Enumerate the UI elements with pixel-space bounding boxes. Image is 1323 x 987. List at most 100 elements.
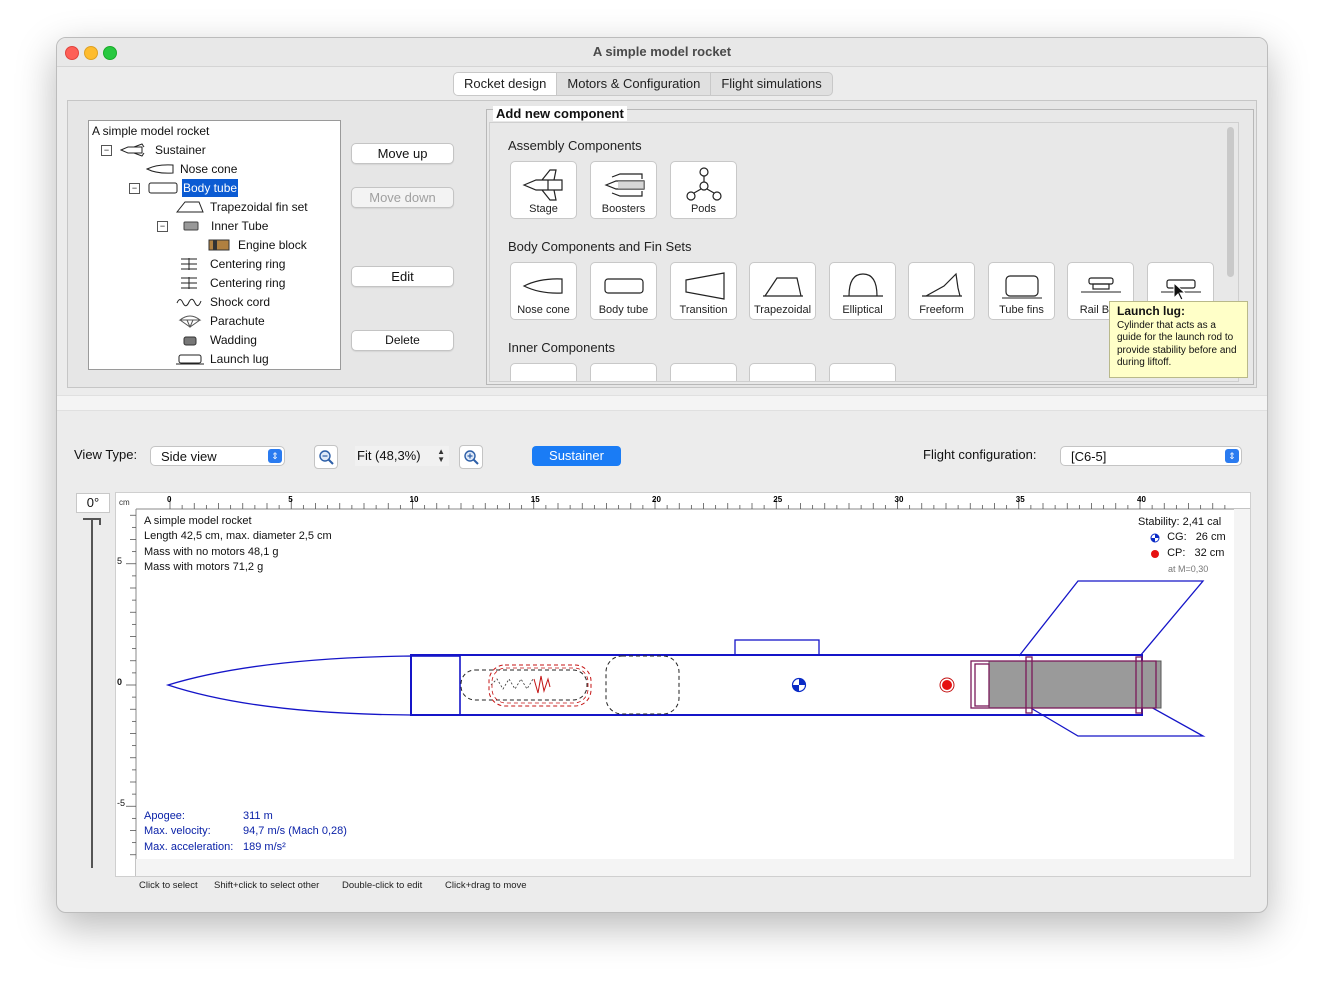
launch-lug-shape[interactable] (734, 639, 820, 656)
motor-shape[interactable] (988, 660, 1162, 709)
split-pane-divider[interactable] (57, 395, 1267, 411)
figure-length: Length 42,5 cm, max. diameter 2,5 cm (144, 530, 332, 543)
collapse-toggle[interactable]: − (129, 182, 140, 194)
tree-item-wadding[interactable]: Wadding (175, 331, 258, 349)
x-tick-label: 10 (410, 495, 419, 504)
cg-info: CG: 26 cm (1150, 530, 1226, 545)
tree-item-root[interactable]: A simple model rocket (91, 122, 210, 140)
tree-item-body-tube[interactable]: − Body tube (129, 179, 239, 197)
figure-hscrollbar[interactable] (136, 859, 1250, 876)
rocket-figure-canvas[interactable]: cm 5 0 -5 0 5 10 15 20 25 30 35 40 A sim… (115, 492, 1251, 877)
flight-stats: Apogee: 311 m Max. velocity: 94,7 m/s (Mac… (144, 809, 347, 855)
boosters-icon (604, 173, 645, 197)
add-freeform-fins-button[interactable]: Freeform (908, 262, 975, 320)
title-bar: A simple model rocket (57, 38, 1267, 67)
add-centering-ring-button[interactable] (670, 363, 737, 381)
assembly-components-label: Assembly Components (508, 138, 642, 153)
tooltip-title: Launch lug: (1117, 304, 1185, 318)
add-trapezoidal-fins-button[interactable]: Trapezoidal (749, 262, 816, 320)
palette-scrollbar[interactable] (1227, 127, 1234, 277)
zoom-in-button[interactable] (459, 445, 483, 469)
nose-cone-shape[interactable] (165, 655, 412, 716)
body-tube-icon (604, 278, 644, 294)
stage-icon (522, 169, 563, 201)
ruler-unit: cm (119, 498, 130, 507)
main-tabs: Rocket design Motors & Configuration Fli… (453, 72, 833, 96)
rotation-slider-track[interactable] (91, 518, 93, 868)
cp-marker-icon[interactable] (939, 677, 955, 693)
tree-item-centering-ring[interactable]: Centering ring (175, 255, 286, 273)
zoom-level-spinner[interactable]: Fit (48,3%) ▲ ▼ (355, 446, 449, 466)
collapse-toggle[interactable]: − (101, 144, 112, 156)
figure-scrollbar[interactable] (1234, 509, 1250, 859)
spinner-arrows-icon[interactable]: ▲ ▼ (437, 446, 445, 464)
y-tick-5: 5 (117, 556, 122, 566)
component-tree[interactable]: A simple model rocket − Sustainer Nose c… (88, 120, 341, 370)
centering-ring-icon (181, 277, 197, 289)
trapezoidal-fins-icon (763, 277, 803, 297)
tab-motors-configuration[interactable]: Motors & Configuration (557, 73, 712, 95)
launch-lug-icon (176, 354, 204, 365)
view-type-label: View Type: (74, 447, 138, 462)
rotation-slider-thumb[interactable] (83, 518, 101, 525)
tab-rocket-design[interactable]: Rocket design (454, 73, 558, 95)
add-bulkhead-button[interactable] (749, 363, 816, 381)
tree-item-shock-cord[interactable]: Shock cord (175, 293, 271, 311)
shock-cord-shape[interactable] (460, 669, 588, 701)
move-up-button[interactable]: Move up (351, 143, 454, 164)
add-tube-fins-button[interactable]: Tube fins (988, 262, 1055, 320)
view-type-select[interactable]: Side view ⇕ (150, 446, 285, 466)
add-boosters-button[interactable]: Boosters (590, 161, 657, 219)
y-tick-minus-5: -5 (117, 798, 125, 808)
parachute-inner-outline (491, 667, 589, 704)
move-down-button[interactable]: Move down (351, 187, 454, 208)
add-elliptical-fins-button[interactable]: Elliptical (829, 262, 896, 320)
elliptical-fins-icon (843, 273, 883, 297)
zoom-out-button[interactable] (314, 445, 338, 469)
add-pods-button[interactable]: Pods (670, 161, 737, 219)
nose-cone-icon (522, 278, 563, 294)
add-transition-button[interactable]: Transition (670, 262, 737, 320)
tree-item-nose-cone[interactable]: Nose cone (145, 160, 238, 178)
stability-label: Stability: (1138, 516, 1180, 528)
add-stage-button[interactable]: Stage (510, 161, 577, 219)
tree-item-engine-block[interactable]: Engine block (203, 236, 308, 254)
zoom-in-icon (464, 450, 479, 465)
add-engine-block-button[interactable] (829, 363, 896, 381)
stage-sustainer-button[interactable]: Sustainer (532, 446, 621, 466)
upper-fin[interactable] (1018, 580, 1205, 657)
tree-item-centering-ring-2[interactable]: Centering ring (175, 274, 286, 292)
add-coupler-button[interactable] (590, 363, 657, 381)
cg-marker-icon[interactable] (791, 677, 807, 693)
add-inner-tube-button[interactable] (510, 363, 577, 381)
transition-icon (685, 272, 725, 300)
tree-item-launch-lug[interactable]: Launch lug (175, 350, 270, 368)
figure-mass-no-motors: Mass with no motors 48,1 g (144, 545, 279, 558)
x-tick-label: 30 (895, 495, 904, 504)
engine-block-icon (208, 239, 230, 251)
wadding-shape[interactable] (605, 655, 680, 715)
nose-shoulder-shape[interactable] (410, 655, 461, 716)
centering-ring-shape[interactable] (974, 663, 990, 707)
x-tick-label: 40 (1137, 495, 1146, 504)
tree-item-sustainer[interactable]: − Sustainer (101, 141, 207, 159)
edit-button[interactable]: Edit (351, 266, 454, 287)
add-nose-cone-button[interactable]: Nose cone (510, 262, 577, 320)
top-ruler (116, 493, 1250, 509)
apogee-value: 311 m (243, 810, 273, 822)
tree-item-trapezoidal-fin-set[interactable]: Trapezoidal fin set (175, 198, 309, 216)
tree-item-inner-tube[interactable]: − Inner Tube (157, 217, 269, 235)
flight-configuration-select[interactable]: [C6-5] ⇕ (1060, 446, 1242, 466)
left-ruler-ticks (126, 514, 136, 856)
tree-item-parachute[interactable]: Parachute (175, 312, 266, 330)
x-tick-label: 15 (531, 495, 540, 504)
zoom-out-icon (319, 450, 334, 465)
cg-label: CG: (1167, 531, 1187, 543)
collapse-toggle[interactable]: − (157, 220, 168, 232)
delete-button[interactable]: Delete (351, 330, 454, 351)
inner-components-label: Inner Components (508, 340, 615, 355)
add-body-tube-button[interactable]: Body tube (590, 262, 657, 320)
add-component-title: Add new component (493, 106, 627, 121)
fin-set-icon (175, 201, 204, 213)
tab-flight-simulations[interactable]: Flight simulations (711, 73, 831, 95)
